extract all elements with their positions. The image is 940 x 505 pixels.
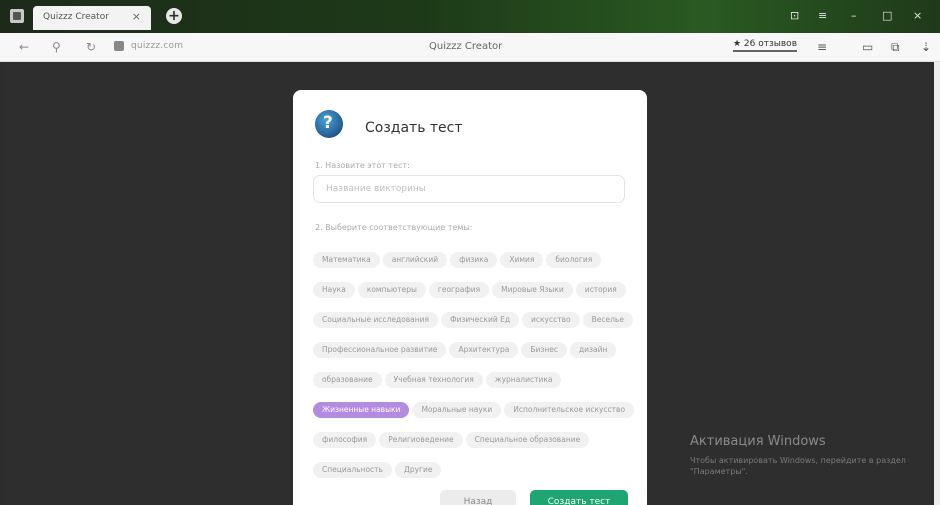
quiz-logo-icon: ?	[315, 110, 343, 138]
windows-activation-subtitle: Чтобы активировать Windows, перейдите в …	[690, 456, 906, 476]
topic-chip[interactable]: компьютеры	[357, 282, 426, 298]
create-test-modal: ? Создать тест 1. Назовите этот тест: 2.…	[293, 90, 647, 505]
topic-chip[interactable]: Веселье	[582, 312, 633, 328]
browser-tab[interactable]: Quizzz Creator ×	[33, 6, 151, 30]
topic-chip[interactable]: Химия	[500, 252, 544, 268]
topic-chip[interactable]: Мировые Языки	[492, 282, 573, 298]
snapshot-icon[interactable]: ⊡	[790, 9, 799, 22]
url-field[interactable]: quizzz.com	[131, 41, 183, 51]
close-window-button[interactable]: ×	[913, 9, 922, 22]
topic-chip[interactable]: Религиоведение	[379, 432, 463, 448]
quiz-name-input[interactable]	[313, 175, 625, 203]
topic-chip[interactable]: география	[428, 282, 490, 298]
scrollbar[interactable]	[934, 62, 940, 505]
tab-title: Quizzz Creator	[43, 12, 109, 22]
new-tab-button[interactable]: +	[166, 8, 182, 24]
topic-chip[interactable]: Бизнес	[521, 342, 567, 358]
topic-chip-list: Математика английский физика Химия биология Н…	[313, 247, 638, 487]
topic-chip[interactable]: Жизненные навыки	[313, 402, 410, 418]
topic-chip[interactable]: физика	[450, 252, 498, 268]
topic-chip[interactable]: Другие	[394, 462, 442, 478]
name-label: 1. Назовите этот тест:	[315, 161, 410, 170]
bookmarks-icon[interactable]: ≡	[817, 40, 827, 54]
reload-icon[interactable]: ↻	[86, 40, 96, 54]
shield-icon[interactable]: ⚲	[52, 40, 61, 54]
back-button[interactable]: Назад	[440, 490, 516, 505]
topic-chip[interactable]: Социальные исследования	[313, 312, 439, 328]
address-bar: ← ⚲ ↻ quizzz.com Quizzz Creator ★ 26 отз…	[0, 33, 940, 62]
topic-chip[interactable]: журналистика	[485, 372, 562, 388]
topic-chip[interactable]: история	[575, 282, 626, 298]
browser-logo-icon[interactable]	[10, 9, 24, 23]
reviews-link[interactable]: ★ 26 отзывов	[733, 39, 797, 52]
topics-label: 2. Выберите соответствующие темы:	[315, 223, 473, 232]
minimize-button[interactable]: –	[851, 9, 857, 22]
topic-chip[interactable]: Физический Ед	[441, 312, 520, 328]
address-page-title: Quizzz Creator	[429, 41, 503, 52]
topic-chip[interactable]: английский	[382, 252, 448, 268]
windows-activation-title: Активация Windows	[690, 434, 826, 449]
back-arrow-icon[interactable]: ←	[19, 40, 29, 54]
modal-title: Создать тест	[365, 120, 463, 136]
battery-icon[interactable]: ▭	[862, 40, 873, 54]
topic-chip[interactable]: Специальное образование	[465, 432, 590, 448]
topic-chip[interactable]: Исполнительское искусство	[504, 402, 635, 418]
topic-chip[interactable]: Архитектура	[449, 342, 519, 358]
create-test-button[interactable]: Создать тест	[530, 490, 628, 505]
maximize-button[interactable]: □	[882, 9, 892, 22]
topic-chip[interactable]: философия	[313, 432, 377, 448]
topic-chip[interactable]: искусство	[522, 312, 580, 328]
topic-chip[interactable]: образование	[313, 372, 382, 388]
tab-close-icon[interactable]: ×	[132, 10, 141, 23]
topic-chip[interactable]: Специальность	[313, 462, 392, 478]
browser-tab-bar: Quizzz Creator × + ⊡ ≡ – □ ×	[0, 0, 940, 33]
topic-chip[interactable]: Учебная технология	[384, 372, 483, 388]
menu-icon[interactable]: ≡	[818, 9, 827, 22]
topic-chip[interactable]: Профессиональное развитие	[313, 342, 447, 358]
topic-chip[interactable]: биология	[546, 252, 602, 268]
extensions-icon[interactable]: ⧉	[891, 40, 900, 55]
topic-chip[interactable]: Наука	[313, 282, 355, 298]
topic-chip[interactable]: Моральные науки	[412, 402, 502, 418]
topic-chip[interactable]: дизайн	[569, 342, 617, 358]
topic-chip[interactable]: Математика	[313, 252, 380, 268]
download-icon[interactable]: ⇣	[921, 40, 931, 54]
lock-icon	[114, 41, 124, 51]
